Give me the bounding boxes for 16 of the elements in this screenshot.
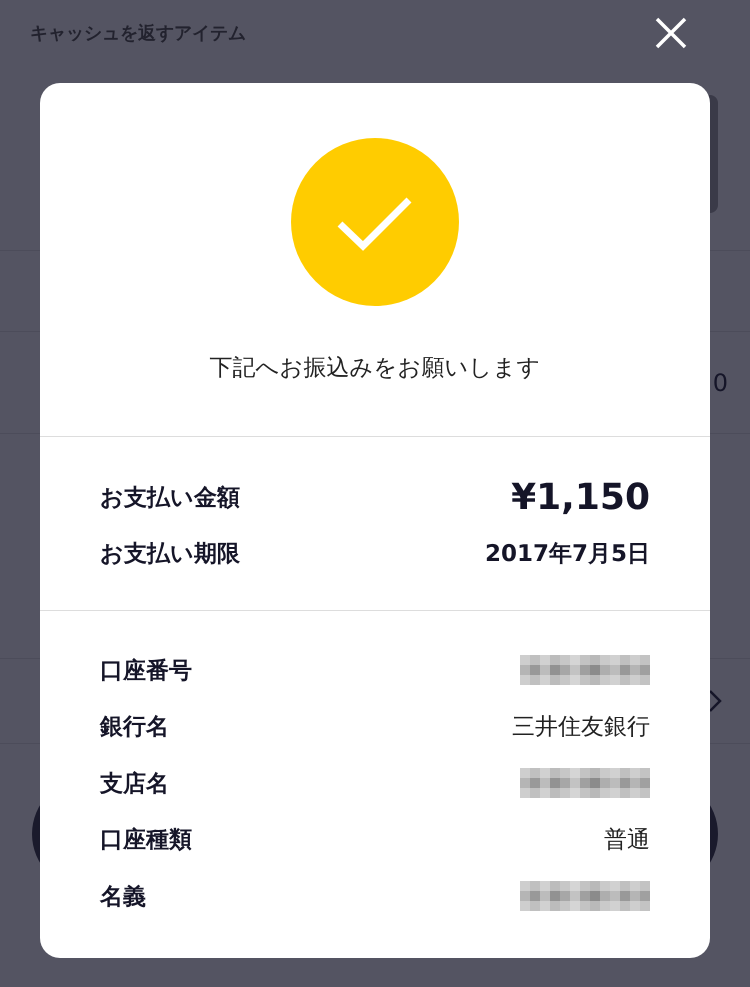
- field-label: 支店名: [100, 770, 169, 799]
- row-value: 0: [712, 368, 728, 396]
- field-label: お支払い期限: [100, 540, 240, 568]
- field-label: お支払い金額: [100, 484, 240, 512]
- check-icon: [291, 138, 459, 306]
- field-value: 普通: [604, 826, 650, 856]
- field-label: 口座種類: [100, 826, 192, 856]
- instruction-text: 下記へお振込みをお願いします: [210, 354, 540, 383]
- chevron-icon: [708, 689, 722, 713]
- payment-amount: ¥1,150: [511, 476, 650, 518]
- due-date: 2017年7月5日: [484, 540, 650, 568]
- field-label: 口座番号: [100, 656, 192, 686]
- close-icon[interactable]: [654, 16, 688, 50]
- field-label: 銀行名: [100, 713, 169, 742]
- field-label: 名義: [100, 882, 146, 912]
- field-value: 三井住友銀行: [512, 713, 650, 742]
